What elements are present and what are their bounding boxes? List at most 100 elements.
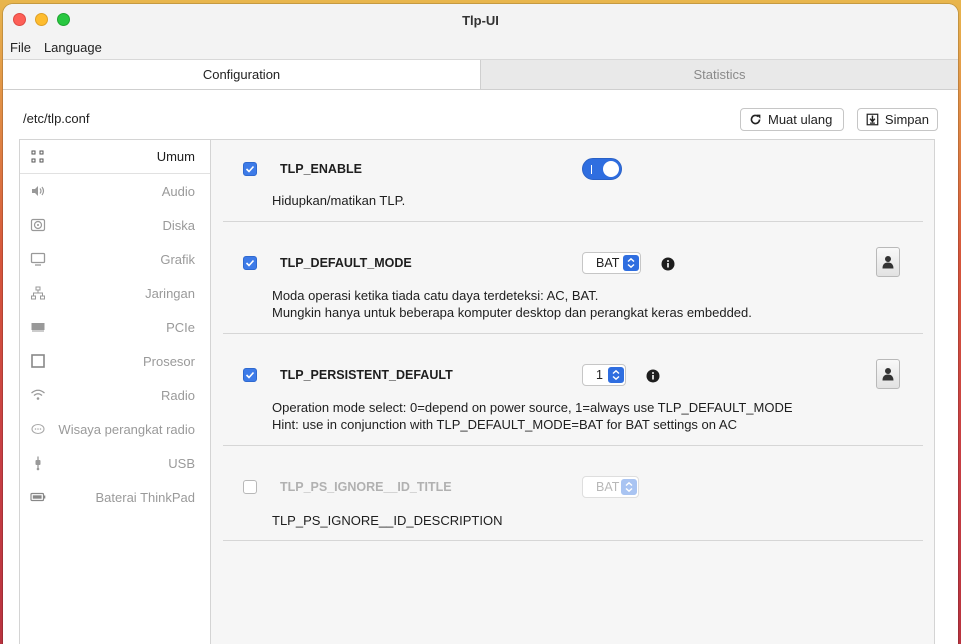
sidebar-item-radio-wizard[interactable]: Wisaya perangkat radio (20, 412, 210, 446)
tab-bar: Configuration Statistics (3, 60, 958, 90)
sidebar-item-usb[interactable]: USB (20, 446, 210, 480)
sidebar-item-label: Grafik (160, 251, 195, 267)
setting-description: Moda operasi ketika tiada catu daya terd… (272, 287, 752, 321)
sidebar-item-label: PCIe (166, 319, 195, 335)
description-line: Operation mode select: 0=depend on power… (272, 400, 793, 415)
sidebar-item-radio[interactable]: Radio (20, 378, 210, 412)
select-value: BAT (596, 480, 620, 494)
sidebar-item-label: Diska (162, 217, 195, 233)
tlp-enable-toggle[interactable] (582, 158, 622, 180)
sidebar-item-audio[interactable]: Audio (20, 174, 210, 208)
setting-row-tlp-ps-ignore: TLP_PS_IGNORE__ID_TITLE BAT TLP_PS_IGNOR… (223, 446, 923, 541)
sidebar-item-label: Jaringan (145, 285, 195, 301)
description-line: TLP_PS_IGNORE__ID_DESCRIPTION (272, 513, 503, 528)
close-window-button[interactable] (13, 13, 26, 26)
check-icon (245, 371, 255, 379)
setting-row-tlp-enable: TLP_ENABLE Hidupkan/matikan TLP. (223, 140, 923, 222)
user-config-button[interactable] (876, 359, 900, 389)
description-line: Hidupkan/matikan TLP. (272, 193, 406, 208)
check-icon (245, 259, 255, 267)
select-arrow (623, 255, 639, 271)
sidebar-item-label: Baterai ThinkPad (95, 489, 196, 505)
save-icon (866, 113, 879, 126)
description-line: Mungkin hanya untuk beberapa komputer de… (272, 305, 752, 320)
config-file-path: /etc/tlp.conf (23, 111, 90, 126)
usb-icon (35, 456, 41, 471)
settings-list: TLP_ENABLE Hidupkan/matikan TLP. TLP_DEF… (211, 140, 934, 644)
setting-name: TLP_DEFAULT_MODE (280, 256, 412, 270)
sidebar-item-label: USB (168, 455, 195, 471)
disk-icon (30, 218, 46, 232)
speaker-icon (32, 186, 45, 196)
maximize-window-button[interactable] (57, 13, 70, 26)
setting-name: TLP_ENABLE (280, 162, 362, 176)
sidebar-item-diska[interactable]: Diska (20, 208, 210, 242)
setting-name: TLP_PS_IGNORE__ID_TITLE (280, 480, 452, 494)
info-icon[interactable] (661, 257, 675, 271)
config-path-bar: /etc/tlp.conf Muat ulang Simpan (3, 90, 958, 144)
save-button[interactable]: Simpan (857, 108, 938, 131)
check-icon (245, 165, 255, 173)
window-title: Tlp-UI (462, 12, 499, 28)
sidebar-item-grafik[interactable]: Grafik (20, 242, 210, 276)
grid-icon (31, 150, 44, 163)
sidebar-item-pcie[interactable]: PCIe (20, 310, 210, 344)
setting-checkbox[interactable] (243, 368, 257, 382)
wifi-icon (31, 389, 45, 400)
setting-row-tlp-default-mode: TLP_DEFAULT_MODE BAT Moda operasi ketika… (223, 222, 923, 334)
menu-language[interactable]: Language (44, 40, 102, 55)
bubble-icon (31, 423, 45, 435)
persistent-default-select[interactable]: 1 (582, 364, 626, 386)
toggle-knob (603, 161, 619, 177)
network-icon (31, 286, 45, 300)
updown-icon (612, 369, 620, 381)
menu-bar: File Language (3, 36, 958, 60)
user-config-button[interactable] (876, 247, 900, 277)
setting-checkbox[interactable] (243, 256, 257, 270)
default-mode-select[interactable]: BAT (582, 252, 641, 274)
setting-description: TLP_PS_IGNORE__ID_DESCRIPTION (272, 512, 502, 529)
save-label: Simpan (884, 112, 929, 127)
sidebar-item-label: Audio (161, 183, 195, 199)
settings-panel: Umum Audio Diska Grafik Jaringan PCIe Pr… (19, 139, 935, 644)
sidebar-item-label: Prosesor (142, 353, 195, 369)
sidebar-item-label: Umum (156, 149, 195, 164)
pcie-icon (31, 323, 45, 332)
menu-file[interactable]: File (10, 40, 31, 55)
setting-description: Hidupkan/matikan TLP. (272, 192, 405, 209)
description-line: Moda operasi ketika tiada catu daya terd… (272, 288, 599, 303)
updown-icon (625, 481, 633, 493)
select-arrow (621, 479, 637, 495)
select-value: 1 (596, 368, 603, 382)
monitor-icon (30, 252, 46, 266)
sidebar-item-label: Wisaya perangkat radio (58, 421, 195, 437)
setting-name: TLP_PERSISTENT_DEFAULT (280, 368, 453, 382)
setting-row-tlp-persistent-default: TLP_PERSISTENT_DEFAULT 1 Operation mode … (223, 334, 923, 446)
title-bar: Tlp-UI (3, 4, 958, 36)
setting-checkbox[interactable] (243, 162, 257, 176)
battery-icon (30, 492, 46, 502)
setting-description: Operation mode select: 0=depend on power… (272, 399, 793, 433)
tab-configuration[interactable]: Configuration (3, 60, 480, 89)
tab-statistics[interactable]: Statistics (480, 60, 958, 89)
select-arrow (608, 367, 624, 383)
reload-icon (750, 114, 761, 125)
user-icon (882, 256, 894, 269)
description-line: Hint: use in conjunction with TLP_DEFAUL… (272, 417, 737, 432)
sidebar-item-prosesor[interactable]: Prosesor (20, 344, 210, 378)
reload-label: Muat ulang (768, 112, 833, 127)
setting-checkbox[interactable] (243, 480, 257, 494)
ps-ignore-select: BAT (582, 476, 639, 498)
sidebar-item-jaringan[interactable]: Jaringan (20, 276, 210, 310)
updown-icon (627, 257, 635, 269)
reload-button[interactable]: Muat ulang (740, 108, 844, 131)
sidebar-item-thinkpad-battery[interactable]: Baterai ThinkPad (20, 480, 210, 514)
minimize-window-button[interactable] (35, 13, 48, 26)
processor-icon (31, 354, 45, 368)
info-icon[interactable] (646, 369, 660, 383)
sidebar-item-umum[interactable]: Umum (20, 140, 210, 174)
category-sidebar: Umum Audio Diska Grafik Jaringan PCIe Pr… (20, 140, 211, 644)
window-controls (13, 13, 70, 26)
toggle-on-mark (591, 165, 592, 174)
select-value: BAT (596, 256, 620, 270)
